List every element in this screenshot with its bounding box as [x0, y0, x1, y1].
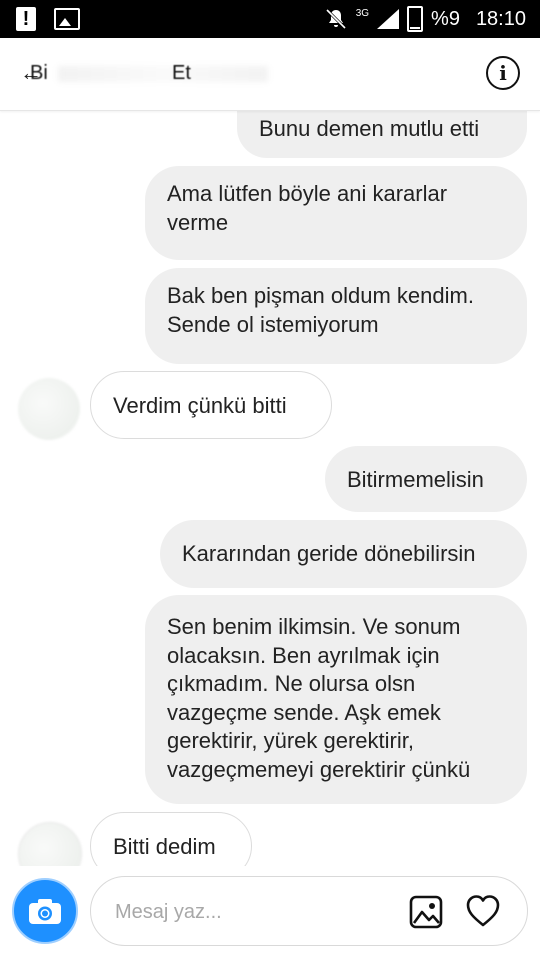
- status-bar: ! 3G %9 18:10: [0, 0, 540, 38]
- battery-icon: [407, 6, 424, 32]
- message-bubble-outgoing[interactable]: Bitirmemelisin: [325, 446, 527, 512]
- signal-icon: [377, 9, 400, 29]
- message-bubble-outgoing[interactable]: Sen benim ilkimsin. Ve sonum olacaksın. …: [145, 595, 527, 804]
- contact-name-start[interactable]: Bi: [30, 62, 48, 85]
- message-bubble-incoming[interactable]: Verdim çünkü bitti: [90, 371, 332, 439]
- message-bubble-outgoing[interactable]: Kararından geride dönebilirsin: [160, 520, 527, 588]
- info-icon[interactable]: i: [486, 56, 520, 90]
- message-input-container[interactable]: [90, 876, 528, 946]
- battery-percent: %9: [431, 7, 460, 30]
- camera-button[interactable]: [12, 878, 78, 944]
- clock: 18:10: [475, 7, 526, 30]
- network-type: 3G: [355, 7, 370, 19]
- message-input[interactable]: [113, 895, 377, 929]
- alert-icon: !: [16, 7, 36, 31]
- heart-icon[interactable]: [465, 893, 501, 929]
- chat-header: ← Bi Et i: [0, 38, 540, 111]
- mute-icon: [325, 8, 346, 30]
- message-bubble-outgoing[interactable]: Bak ben pişman oldum kendim. Sende ol is…: [145, 268, 527, 364]
- blurred-name: [58, 66, 268, 82]
- contact-name-end[interactable]: Et: [172, 62, 191, 85]
- image-icon: [54, 8, 80, 30]
- gallery-icon[interactable]: [409, 895, 443, 929]
- camera-icon: [29, 899, 61, 924]
- message-bubble-outgoing[interactable]: Ama lütfen böyle ani kararlar verme: [145, 166, 527, 260]
- avatar[interactable]: [18, 378, 80, 440]
